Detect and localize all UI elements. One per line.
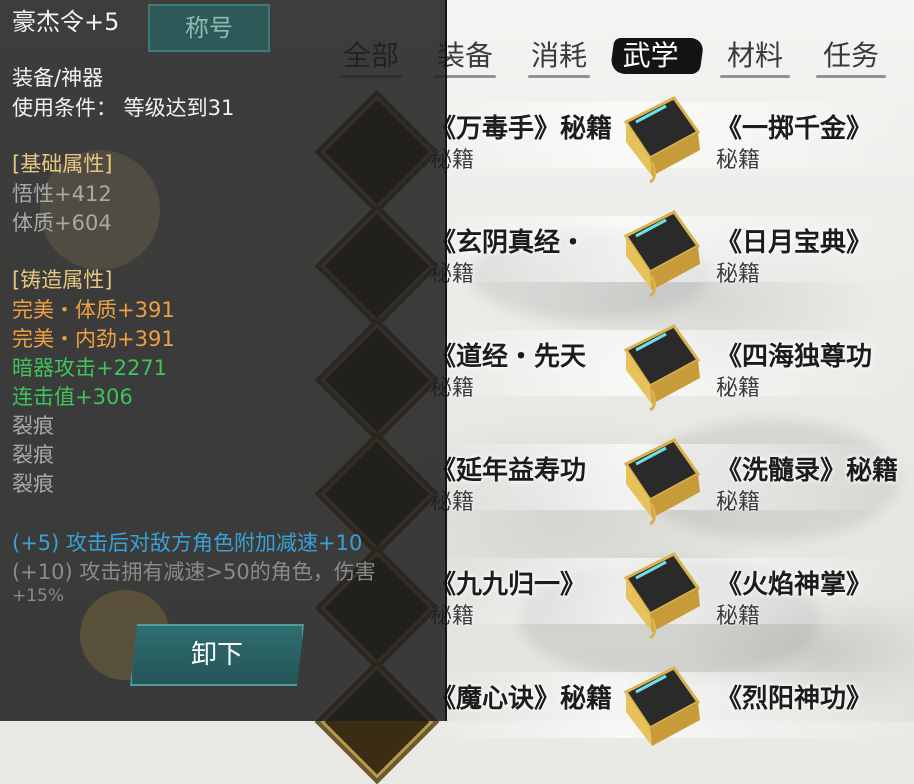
book-name[interactable]: 《日月宝典》 xyxy=(716,222,872,259)
book-name[interactable]: 《一掷千金》 xyxy=(716,108,872,145)
book-name[interactable]: 《九九归一》 xyxy=(430,564,586,601)
forge-stat: 连击值+306 xyxy=(12,385,133,409)
book-name[interactable]: 《火焰神掌》 xyxy=(716,564,872,601)
base-stat: 体质+604 xyxy=(12,211,112,235)
forge-stat: 完美・内劲+391 xyxy=(12,327,175,351)
forge-crack-slot: 裂痕 xyxy=(12,414,54,438)
book-name[interactable]: 《玄阴真经・ xyxy=(430,222,586,259)
forge-crack-slot: 裂痕 xyxy=(12,472,54,496)
forge-stat: 完美・体质+391 xyxy=(12,298,175,322)
book-name[interactable]: 《烈阳神功》 xyxy=(716,678,872,715)
secret-manual-book-icon[interactable] xyxy=(612,206,708,302)
book-name[interactable]: 《洗髓录》秘籍 xyxy=(716,450,898,487)
dropdown-arrow-icon: ▼ xyxy=(680,47,692,63)
book-type: 秘籍 xyxy=(716,376,761,401)
tab-quests[interactable]: 任务 xyxy=(812,36,890,78)
tab-title[interactable]: 称号 xyxy=(148,4,270,52)
book-name[interactable]: 《道经・先天 xyxy=(430,336,586,373)
forge-attributes-header: [铸造属性] xyxy=(12,268,113,292)
book-name[interactable]: 《万毒手》秘籍 xyxy=(430,108,612,145)
item-name: 豪杰令+5 xyxy=(12,8,120,36)
forge-crack-slot: 裂痕 xyxy=(12,443,54,467)
item-requirement: 使用条件： 等级达到31 xyxy=(12,96,235,120)
secret-manual-book-icon[interactable] xyxy=(612,320,708,416)
book-name[interactable]: 《四海独尊功 xyxy=(716,336,872,373)
base-stat: 悟性+412 xyxy=(12,182,112,206)
tab-materials[interactable]: 材料 xyxy=(716,36,794,78)
set-effect-locked: (+10) 攻击拥有减速>50的角色，伤害 xyxy=(12,560,376,584)
item-tooltip-panel: 称号 豪杰令+5 装备/神器 使用条件： 等级达到31 [基础属性] 悟性+41… xyxy=(0,0,447,721)
base-attributes-header: [基础属性] xyxy=(12,152,113,176)
secret-manual-book-icon[interactable] xyxy=(612,548,708,644)
item-category: 装备/神器 xyxy=(12,66,104,90)
book-type: 秘籍 xyxy=(716,148,761,173)
book-type: 秘籍 xyxy=(716,262,761,287)
set-effect: (+5) 攻击后对敌方角色附加减速+10 xyxy=(12,531,363,555)
secret-manual-book-icon[interactable] xyxy=(612,662,708,758)
book-type: 秘籍 xyxy=(716,490,761,515)
book-name[interactable]: 《延年益寿功 xyxy=(430,450,586,487)
unequip-button[interactable]: 卸下 xyxy=(130,624,304,686)
tab-consumables[interactable]: 消耗 xyxy=(524,36,594,78)
secret-manual-book-icon[interactable] xyxy=(612,92,708,188)
set-effect-locked-cont: +15% xyxy=(12,586,65,606)
tab-martial-arts[interactable]: 武学 ▼ xyxy=(609,36,705,76)
book-type: 秘籍 xyxy=(716,604,761,629)
forge-stat: 暗器攻击+2271 xyxy=(12,356,168,380)
secret-manual-book-icon[interactable] xyxy=(612,434,708,530)
book-name[interactable]: 《魔心诀》秘籍 xyxy=(430,678,612,715)
